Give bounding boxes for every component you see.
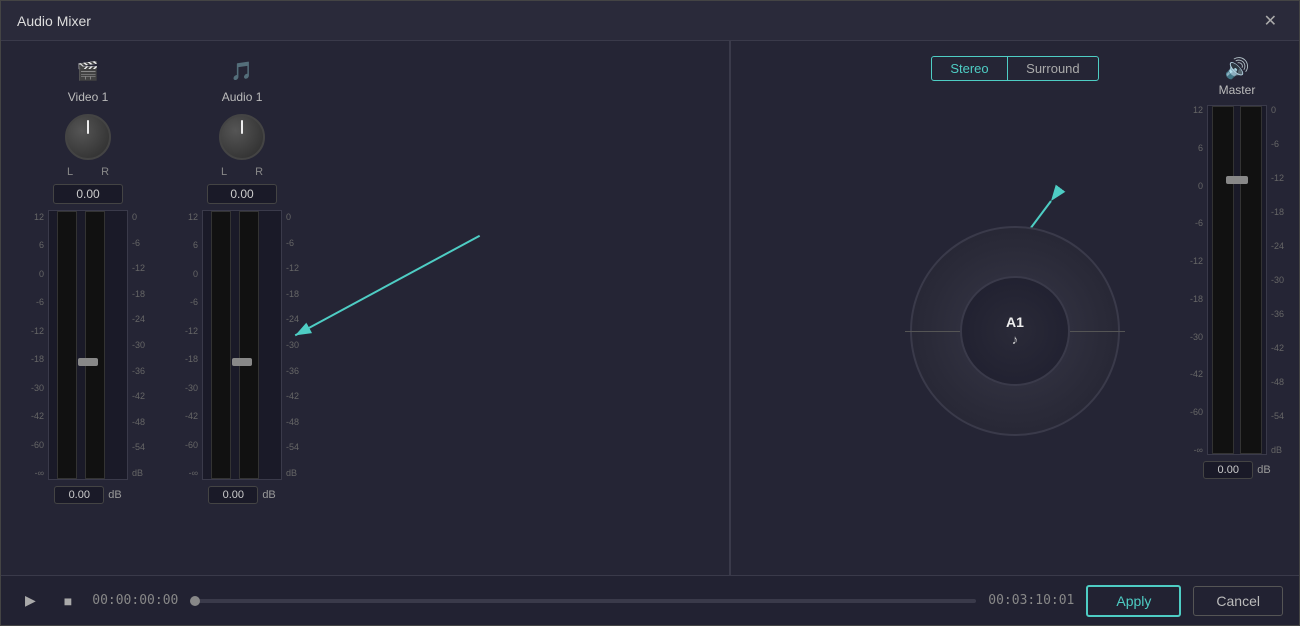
main-content: 🎬 Video 1 L R 0.00 12 6 0 -6	[1, 41, 1299, 575]
master-scale-right: 0 -6 -12 -18 -24 -30 -36 -42 -48 -54 dB	[1271, 105, 1284, 455]
video1-lr-labels: L R	[67, 166, 109, 178]
audio1-fader-section: 12 6 0 -6 -12 -18 -30 -42 -60 -∞	[185, 210, 299, 480]
master-fader-container: 12 6 0 -6 -12 -18 -30 -42 -60 -∞	[1190, 105, 1284, 455]
master-label: Master	[1219, 83, 1256, 97]
audio1-l-label: L	[221, 166, 227, 178]
video1-label: Video 1	[68, 90, 108, 104]
master-scale-left: 12 6 0 -6 -12 -18 -30 -42 -60 -∞	[1190, 105, 1203, 455]
video1-fader-track[interactable]	[48, 210, 128, 480]
audio1-meter-r	[239, 211, 259, 479]
surround-audio-node[interactable]: A1 ♪	[1006, 314, 1024, 347]
surround-node-label: A1	[1006, 314, 1024, 330]
master-fader-handle[interactable]	[1226, 176, 1248, 184]
timecode-display: 00:00:00:00	[92, 593, 178, 608]
video1-r-label: R	[101, 166, 109, 178]
audio1-fader-bg	[202, 210, 282, 480]
title-bar: Audio Mixer ✕	[1, 1, 1299, 41]
right-panel: Stereo Surround	[731, 41, 1299, 575]
surround-button[interactable]: Surround	[1008, 57, 1097, 80]
video1-meter-r	[85, 211, 105, 479]
video1-meter-l	[57, 211, 77, 479]
audio1-fader-handle[interactable]	[232, 358, 252, 366]
audio1-knob[interactable]	[219, 114, 265, 160]
surround-container: A1 ♪	[905, 221, 1125, 441]
play-button[interactable]: ▶	[17, 588, 44, 613]
audio1-channel: 🎵 Audio 1 L R 0.00 12 6 0 -6	[185, 61, 299, 504]
surround-node-icon: ♪	[1012, 332, 1019, 347]
audio-mixer-window: Audio Mixer ✕ 🎬 Video 1	[0, 0, 1300, 626]
video1-db-label: dB	[108, 489, 121, 501]
audio1-db-row: 0.00 dB	[208, 486, 275, 504]
audio1-meter-l	[211, 211, 231, 479]
apply-button[interactable]: Apply	[1086, 585, 1181, 617]
video1-scale-right: 0 -6 -12 -18 -24 -30 -36 -42 -48 -54 dB	[132, 210, 145, 480]
progress-bar[interactable]	[190, 599, 976, 603]
master-section: 🔊 Master 12 6 0 -6 -12 -18 -30 -42 -60 -…	[1190, 56, 1284, 479]
video1-fader-bg	[48, 210, 128, 480]
master-db-value[interactable]: 0.00	[1203, 461, 1253, 479]
audio1-scale-left: 12 6 0 -6 -12 -18 -30 -42 -60 -∞	[185, 210, 198, 480]
audio1-value[interactable]: 0.00	[207, 184, 277, 204]
close-button[interactable]: ✕	[1258, 9, 1283, 33]
window-title: Audio Mixer	[17, 13, 91, 29]
stereo-button[interactable]: Stereo	[932, 57, 1006, 80]
video1-value[interactable]: 0.00	[53, 184, 123, 204]
bottom-bar: ▶ ■ 00:00:00:00 00:03:10:01 Apply Cancel	[1, 575, 1299, 625]
video-icon: 🎬	[77, 61, 99, 82]
video1-fader-handle[interactable]	[78, 358, 98, 366]
video1-scale-left: 12 6 0 -6 -12 -18 -30 -42 -60 -∞	[31, 210, 44, 480]
audio1-r-label: R	[255, 166, 263, 178]
master-db-label: dB	[1257, 464, 1270, 476]
duration-display: 00:03:10:01	[988, 593, 1074, 608]
audio1-db-label: dB	[262, 489, 275, 501]
progress-indicator[interactable]	[190, 596, 200, 606]
audio1-label: Audio 1	[222, 90, 263, 104]
master-meter-r	[1240, 106, 1262, 454]
audio1-scale-right: 0 -6 -12 -18 -24 -30 -36 -42 -48 -54 dB	[286, 210, 299, 480]
master-speaker-icon: 🔊	[1225, 56, 1250, 81]
mode-toggle[interactable]: Stereo Surround	[931, 56, 1098, 81]
stop-button[interactable]: ■	[56, 589, 80, 613]
video1-db-row: 0.00 dB	[54, 486, 121, 504]
left-panel: 🎬 Video 1 L R 0.00 12 6 0 -6	[1, 41, 731, 575]
cancel-button[interactable]: Cancel	[1193, 586, 1283, 616]
master-meter-l	[1212, 106, 1234, 454]
video1-db-value[interactable]: 0.00	[54, 486, 104, 504]
master-db-row: 0.00 dB	[1203, 461, 1270, 479]
video1-l-label: L	[67, 166, 73, 178]
video1-knob[interactable]	[65, 114, 111, 160]
master-meter-bg[interactable]	[1207, 105, 1267, 455]
audio1-db-value[interactable]: 0.00	[208, 486, 258, 504]
audio-icon: 🎵	[231, 61, 253, 82]
video1-fader-section: 12 6 0 -6 -12 -18 -30 -42 -60 -∞	[31, 210, 145, 480]
audio1-fader-track[interactable]	[202, 210, 282, 480]
audio1-lr-labels: L R	[221, 166, 263, 178]
video1-channel: 🎬 Video 1 L R 0.00 12 6 0 -6	[31, 61, 145, 504]
